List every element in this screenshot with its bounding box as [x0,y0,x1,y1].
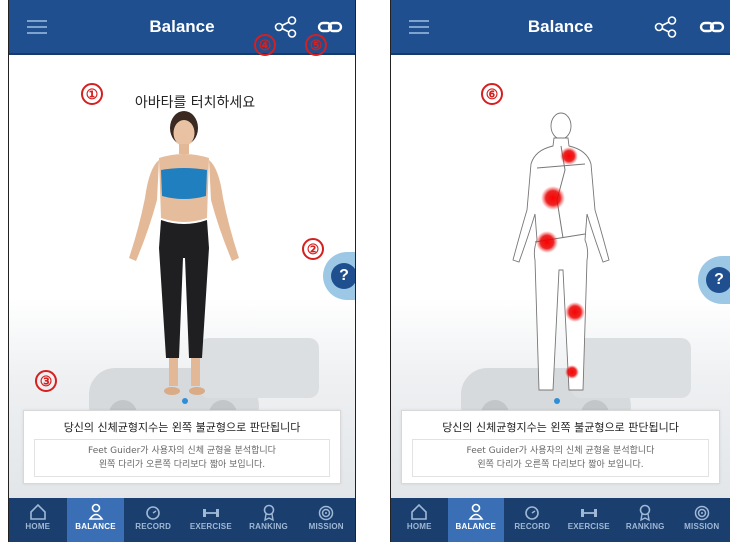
person-icon [88,503,103,520]
target-icon [318,505,334,521]
page-indicator-dot [554,398,560,404]
dumbbell-icon [202,509,219,517]
nav-home[interactable]: HOME [9,498,67,542]
home-icon [30,503,46,520]
result-detail-box: Feet Guider가 사용자의 신체 균형을 분석합니다 왼쪽 다리가 오른… [34,439,330,477]
dumbbell-icon [580,509,597,517]
nav-mission[interactable]: MISSION [674,498,730,542]
result-detail-line-1: Feet Guider가 사용자의 신체 균형을 분석합니다 [466,446,655,456]
nav-ranking[interactable]: RANKING [240,498,298,542]
share-icon[interactable] [273,16,299,38]
app-header: Balance [9,0,355,55]
bottom-nav: HOME BALANCE RECORD EXERCISE RANKING MIS… [391,498,730,542]
result-detail-line-1: Feet Guider가 사용자의 신체 균형을 분석합니다 [88,446,276,456]
balance-screen-avatar: Balance ④ ⑤ ① 아바타를 터치하세요 ② ? ③ 당신의 신체균형지… [8,0,356,542]
help-tab[interactable]: ? [698,256,730,304]
target-icon [694,505,709,521]
balance-result-box: 당신의 신체균형지수는 왼쪽 불균형으로 판단됩니다 Feet Guider가 … [23,410,341,484]
nav-balance[interactable]: BALANCE [447,498,504,542]
help-button[interactable]: ? [331,263,355,289]
marker-2: ② [302,238,324,260]
marker-4: ④ [254,34,276,56]
link-icon[interactable] [699,16,725,38]
nav-record[interactable]: RECORD [124,498,182,542]
medal-icon [639,504,651,522]
nav-ranking[interactable]: RANKING [617,498,674,542]
home-icon [411,503,428,520]
nav-exercise[interactable]: EXERCISE [182,498,240,542]
nav-mission[interactable]: MISSION [297,498,355,542]
clock-icon [146,506,160,520]
balance-result-box: 당신의 신체균형지수는 왼쪽 불균형으로 판단됩니다 Feet Guider가 … [401,410,720,484]
result-summary: 당신의 신체균형지수는 왼쪽 불균형으로 판단됩니다 [63,421,301,434]
share-icon[interactable] [653,16,679,38]
help-button[interactable]: ? [706,267,730,293]
result-detail-box: Feet Guider가 사용자의 신체 균형을 분석합니다 왼쪽 다리가 오른… [412,439,709,477]
marker-6: ⑥ [481,83,503,105]
nav-balance[interactable]: BALANCE [66,498,125,542]
bottom-nav: HOME BALANCE RECORD EXERCISE RANKING MIS… [9,498,355,542]
clock-icon [525,506,540,520]
help-tab[interactable]: ? [323,252,355,300]
balance-screen-body-map: Balance ⑥ ? 당신의 신체균형지수는 왼쪽 불균형으로 판단됩니다 F… [390,0,730,542]
result-detail-line-2: 왼쪽 다리가 오른쪽 다리보다 짧아 보입니다. [98,460,266,470]
marker-3: ③ [35,370,57,392]
body-map-figure[interactable] [491,110,631,400]
page-title: Balance [149,17,215,36]
nav-exercise[interactable]: EXERCISE [561,498,618,542]
nav-record[interactable]: RECORD [504,498,561,542]
page-indicator-dot [182,398,188,404]
person-icon [468,503,484,520]
result-detail-line-2: 왼쪽 다리가 오른쪽 다리보다 짧아 보입니다. [477,460,644,470]
marker-5: ⑤ [305,34,327,56]
app-header: Balance [391,0,730,55]
avatar-figure[interactable] [109,108,259,398]
nav-home[interactable]: HOME [391,498,448,542]
page-title: Balance [527,17,594,36]
medal-icon [263,504,274,522]
result-summary: 당신의 신체균형지수는 왼쪽 불균형으로 판단됩니다 [442,421,679,434]
